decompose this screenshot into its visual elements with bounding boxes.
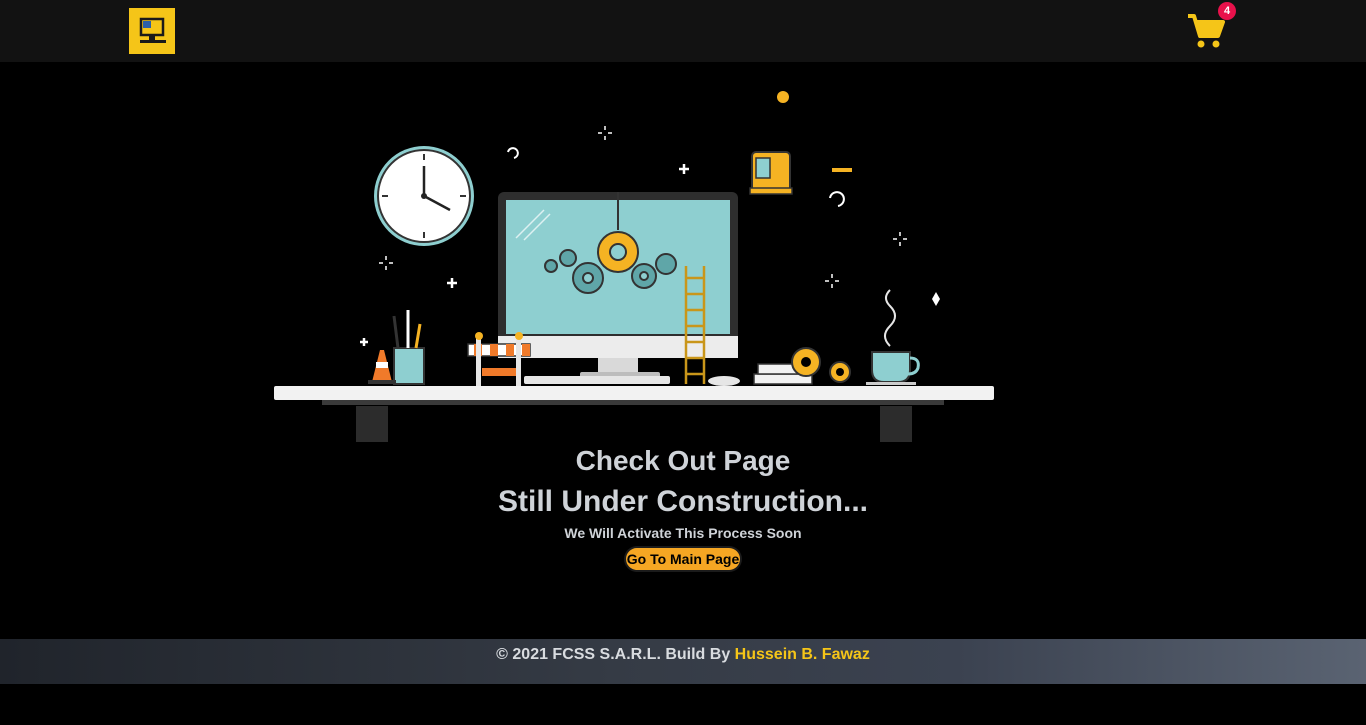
page-subtitle-heading: Still Under Construction... (497, 485, 868, 518)
info-text: We Will Activate This Process Soon (564, 525, 802, 541)
footer-copyright: © 2021 FCSS S.A.R.L. Build By (496, 646, 735, 663)
keyboard-icon (524, 376, 670, 384)
computer-logo-icon (139, 17, 166, 43)
coffee-cup-icon (866, 289, 920, 385)
helmet-icon (749, 151, 793, 195)
traffic-cone-icon (368, 350, 396, 384)
cart-count-badge: 4 (1218, 2, 1236, 20)
desk-top (274, 386, 994, 400)
desk-leg-left (356, 406, 388, 442)
desk-leg-right (880, 406, 912, 442)
go-to-main-page-button[interactable]: Go To Main Page (626, 548, 740, 570)
mouse-icon (708, 376, 740, 386)
footer: © 2021 FCSS S.A.R.L. Build By Hussein B.… (0, 639, 1366, 684)
page-title: Check Out Page (575, 445, 791, 476)
top-navbar: 4 (0, 0, 1366, 62)
clock-icon (374, 146, 474, 246)
pencil-cup-icon (392, 310, 425, 385)
monitor-icon (498, 192, 738, 378)
site-logo[interactable] (129, 8, 175, 54)
books-gears-icon (753, 347, 851, 385)
footer-author-link[interactable]: Hussein B. Fawaz (735, 646, 870, 663)
under-construction-illustration (274, 91, 994, 442)
